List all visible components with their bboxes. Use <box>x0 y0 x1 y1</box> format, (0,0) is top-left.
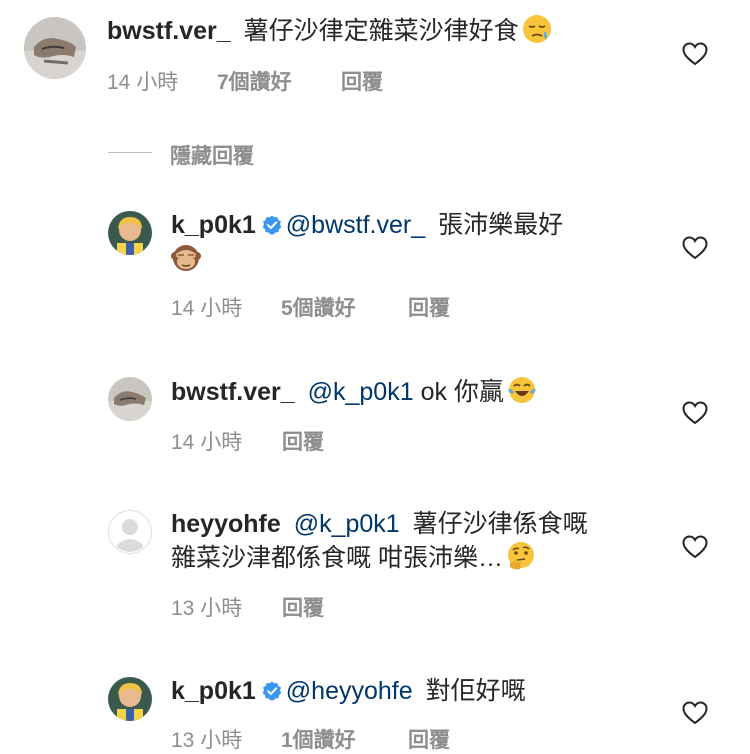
comment-text: k_p0k1 @bwstf.ver_ 張沛樂最好 <box>171 209 651 276</box>
comment-body: 張沛樂最好 <box>438 211 564 239</box>
avatar-photo-hands <box>24 17 86 79</box>
avatar[interactable] <box>108 377 152 421</box>
comment-timestamp: 14 小時 <box>107 71 179 94</box>
mention-link[interactable]: @k_p0k1 <box>308 378 414 406</box>
hide-replies-label[interactable]: 隱藏回覆 <box>170 140 254 170</box>
verified-badge-icon <box>262 215 282 235</box>
comment-username[interactable]: bwstf.ver_ <box>107 17 231 45</box>
heart-outline-icon[interactable] <box>682 236 708 260</box>
heart-outline-icon[interactable] <box>682 401 708 425</box>
pensive-face-icon <box>522 15 551 43</box>
avatar[interactable] <box>24 17 86 79</box>
comment-body: 薯仔沙律定雜菜沙律好食 <box>243 17 519 45</box>
avatar-photo-person <box>108 211 152 255</box>
comment-body: 對佢好嘅 <box>425 677 526 705</box>
mention-link[interactable]: @heyyohfe <box>286 677 413 705</box>
face-with-tears-of-joy-icon <box>507 377 536 403</box>
reply-button[interactable]: 回覆 <box>408 724 450 754</box>
comment-text: bwstf.ver_ @k_p0k1 ok 你贏 <box>171 375 661 409</box>
mention-link[interactable]: @bwstf.ver_ <box>286 211 425 239</box>
comment-body-line2: 雜菜沙津都係食嘅 咁張沛樂… <box>171 544 503 572</box>
comment-timestamp: 13 小時 <box>171 597 243 620</box>
mention-link[interactable]: @k_p0k1 <box>294 510 400 538</box>
comment-timestamp: 14 小時 <box>171 431 243 454</box>
heart-outline-icon[interactable] <box>682 42 708 66</box>
comment-timestamp: 14 小時 <box>171 297 243 320</box>
thinking-face-icon <box>507 542 534 570</box>
reply-button[interactable]: 回覆 <box>282 426 324 456</box>
reply-button[interactable]: 回覆 <box>341 66 383 96</box>
comment-text: heyyohfe @k_p0k1 薯仔沙律係食嘅 雜菜沙津都係食嘅 咁張沛樂… <box>171 508 651 575</box>
avatar[interactable] <box>108 677 152 721</box>
comment-timestamp: 13 小時 <box>171 729 243 752</box>
verified-badge-icon <box>262 681 282 701</box>
comment-username[interactable]: k_p0k1 <box>171 677 256 705</box>
comment-username[interactable]: bwstf.ver_ <box>171 378 295 406</box>
avatar[interactable] <box>108 211 152 255</box>
avatar-photo-person <box>108 677 152 721</box>
divider-line <box>108 152 152 153</box>
avatar-photo-hands <box>108 377 152 421</box>
heart-outline-icon[interactable] <box>682 701 708 725</box>
comment-body: ok 你贏 <box>420 378 504 406</box>
comment-likes[interactable]: 5個讚好 <box>281 292 356 322</box>
comment-username[interactable]: heyyohfe <box>171 510 281 538</box>
comment-text: k_p0k1 @heyyohfe 對佢好嘅 <box>171 675 651 708</box>
comment-likes[interactable]: 1個讚好 <box>281 724 356 754</box>
comment-likes[interactable]: 7個讚好 <box>217 66 292 96</box>
comment-text: bwstf.ver_ 薯仔沙律定雜菜沙律好食 <box>107 14 667 48</box>
reply-button[interactable]: 回覆 <box>408 292 450 322</box>
see-no-evil-monkey-icon <box>171 245 201 271</box>
comment-username[interactable]: k_p0k1 <box>171 211 256 239</box>
avatar[interactable] <box>108 510 152 554</box>
reply-button[interactable]: 回覆 <box>282 592 324 622</box>
comment-body: 薯仔沙律係食嘅 <box>412 510 588 538</box>
heart-outline-icon[interactable] <box>682 535 708 559</box>
default-avatar-icon <box>108 510 152 554</box>
